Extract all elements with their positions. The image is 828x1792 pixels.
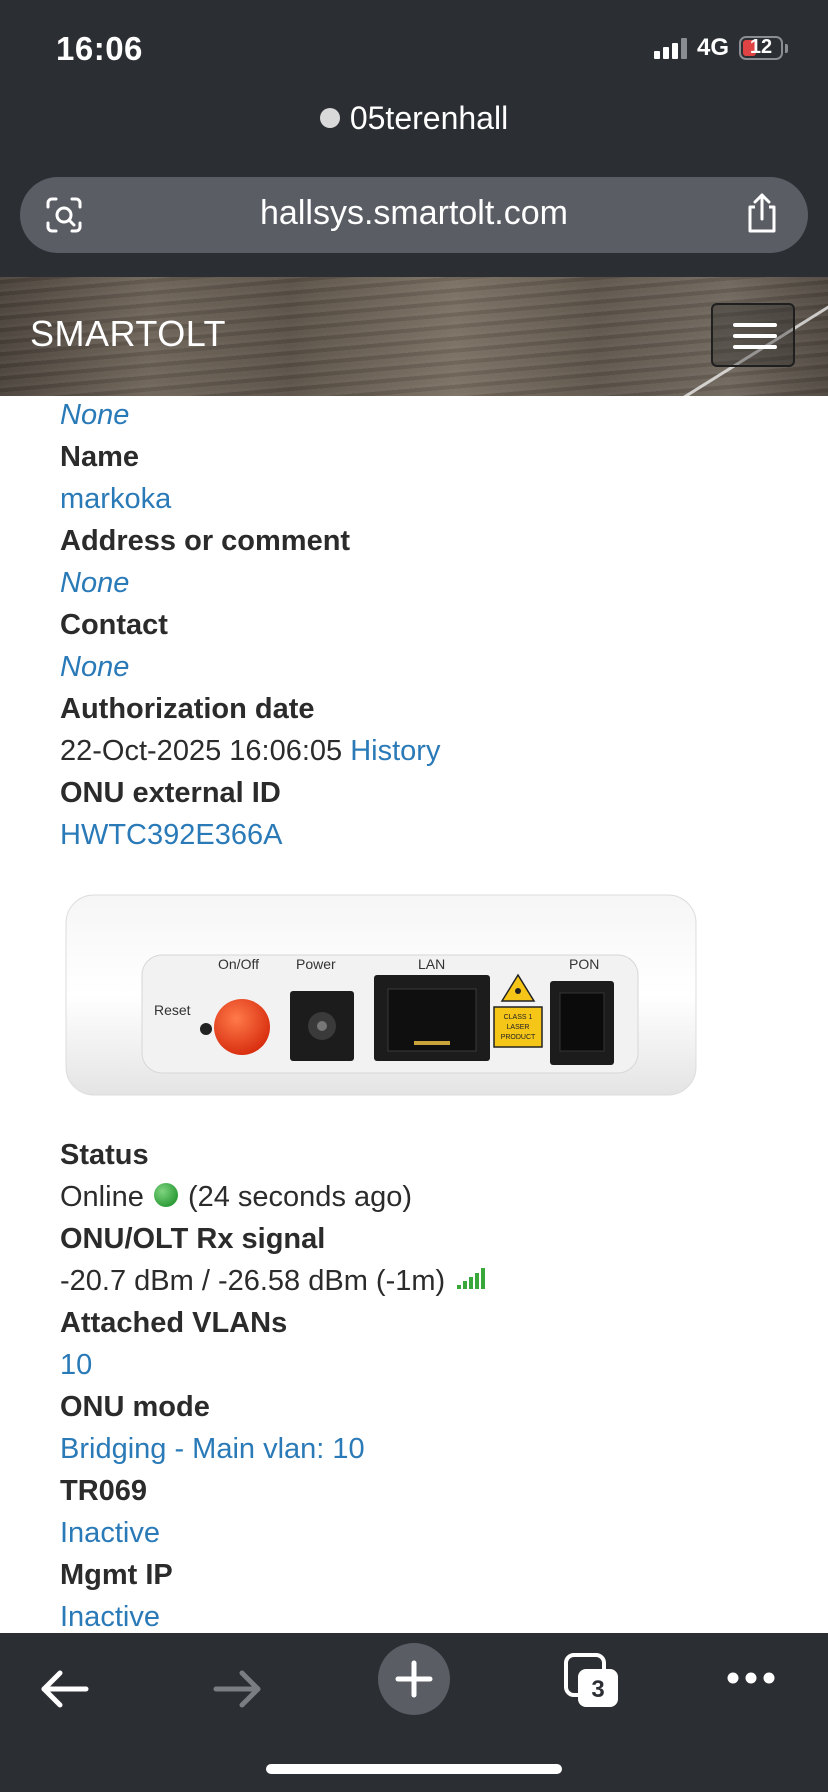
onu-mode-link[interactable]: Bridging - Main vlan: 10 [60, 1428, 800, 1470]
laser-label-1: CLASS 1 [504, 1014, 533, 1021]
cellular-signal-icon [653, 37, 687, 59]
network-type: 4G [696, 34, 729, 61]
attached-vlans-label: Attached VLANs [60, 1307, 288, 1339]
status-label: Status [60, 1139, 149, 1171]
new-tab-button[interactable] [378, 1643, 450, 1715]
contact-label: Contact [60, 609, 168, 641]
brand-logo[interactable]: SMARTOLT [30, 313, 226, 355]
address-value-link[interactable]: None [60, 562, 800, 604]
address-label: Address or comment [60, 525, 351, 557]
battery-icon: 12 [739, 36, 783, 60]
onu-device-image: Reset On/Off Power LAN CLASS 1 LASER PRO… [65, 894, 697, 1096]
onoff-label: On/Off [218, 956, 259, 972]
site-title-text: 05terenhall [349, 100, 509, 136]
tr069-link[interactable]: Inactive [60, 1512, 800, 1554]
authorization-date-label: Authorization date [60, 693, 315, 725]
status-ago: (24 seconds ago) [187, 1181, 413, 1213]
site-dot-icon [319, 107, 340, 128]
address-bar[interactable]: hallsys.smartolt.com [20, 177, 808, 253]
contact-value-link[interactable]: None [60, 646, 800, 688]
rx-signal-row: -20.7 dBm / -26.58 dBm (-1m) [60, 1260, 800, 1302]
authorization-date-row: 22-Oct-2025 16:06:05 History [60, 730, 800, 772]
onu-details-top: None Name markoka Address or comment Non… [60, 394, 800, 856]
onu-external-id-label: ONU external ID [60, 777, 281, 809]
attached-vlans-link[interactable]: 10 [60, 1344, 800, 1386]
rx-signal-label: ONU/OLT Rx signal [60, 1223, 326, 1255]
status-row: Online (24 seconds ago) [60, 1176, 800, 1218]
reset-label: Reset [154, 1002, 191, 1018]
more-options-icon[interactable] [726, 1671, 776, 1685]
status-time: 16:06 [56, 30, 143, 67]
tabs-count: 3 [591, 1676, 604, 1703]
share-icon[interactable] [742, 191, 782, 235]
back-arrow-icon[interactable] [38, 1667, 90, 1711]
status-value: Online [60, 1181, 144, 1213]
battery-level: 12 [749, 36, 773, 58]
site-title: 05terenhall [0, 100, 828, 137]
tabs-icon[interactable]: 3 [562, 1651, 622, 1711]
pon-label: PON [569, 956, 599, 972]
signal-strength-icon[interactable] [457, 1267, 486, 1290]
url-text[interactable]: hallsys.smartolt.com [20, 194, 808, 233]
online-globe-icon [153, 1183, 178, 1208]
onu-external-id-link[interactable]: HWTC392E366A [60, 814, 800, 856]
hamburger-menu-button[interactable] [711, 303, 795, 367]
laser-label-3: PRODUCT [501, 1034, 536, 1041]
forward-arrow-icon[interactable] [212, 1667, 264, 1711]
power-label: Power [296, 956, 336, 972]
status-indicators: 4G 12 [653, 34, 788, 62]
rx-signal-value: -20.7 dBm / -26.58 dBm (-1m) [60, 1265, 446, 1297]
previous-field-value[interactable]: None [60, 394, 800, 436]
browser-top-chrome: 16:06 4G 12 05terenhall hallsys.smartolt… [0, 0, 828, 277]
history-link[interactable]: History [350, 735, 440, 767]
mgmt-ip-label: Mgmt IP [60, 1559, 173, 1591]
onu-mode-label: ONU mode [60, 1391, 210, 1423]
authorization-date-value: 22-Oct-2025 16:06:05 [60, 735, 343, 767]
name-value-link[interactable]: markoka [60, 478, 800, 520]
name-label: Name [60, 441, 139, 473]
site-navbar: SMARTOLT [0, 277, 828, 396]
mgmt-ip-link[interactable]: Inactive [60, 1596, 800, 1638]
plus-icon [395, 1660, 433, 1698]
tr069-label: TR069 [60, 1475, 148, 1507]
onu-details-bottom: Status Online (24 seconds ago) ONU/OLT R… [60, 1134, 800, 1638]
laser-label-2: LASER [507, 1024, 530, 1031]
home-indicator[interactable] [266, 1764, 562, 1774]
lan-label: LAN [418, 956, 445, 972]
